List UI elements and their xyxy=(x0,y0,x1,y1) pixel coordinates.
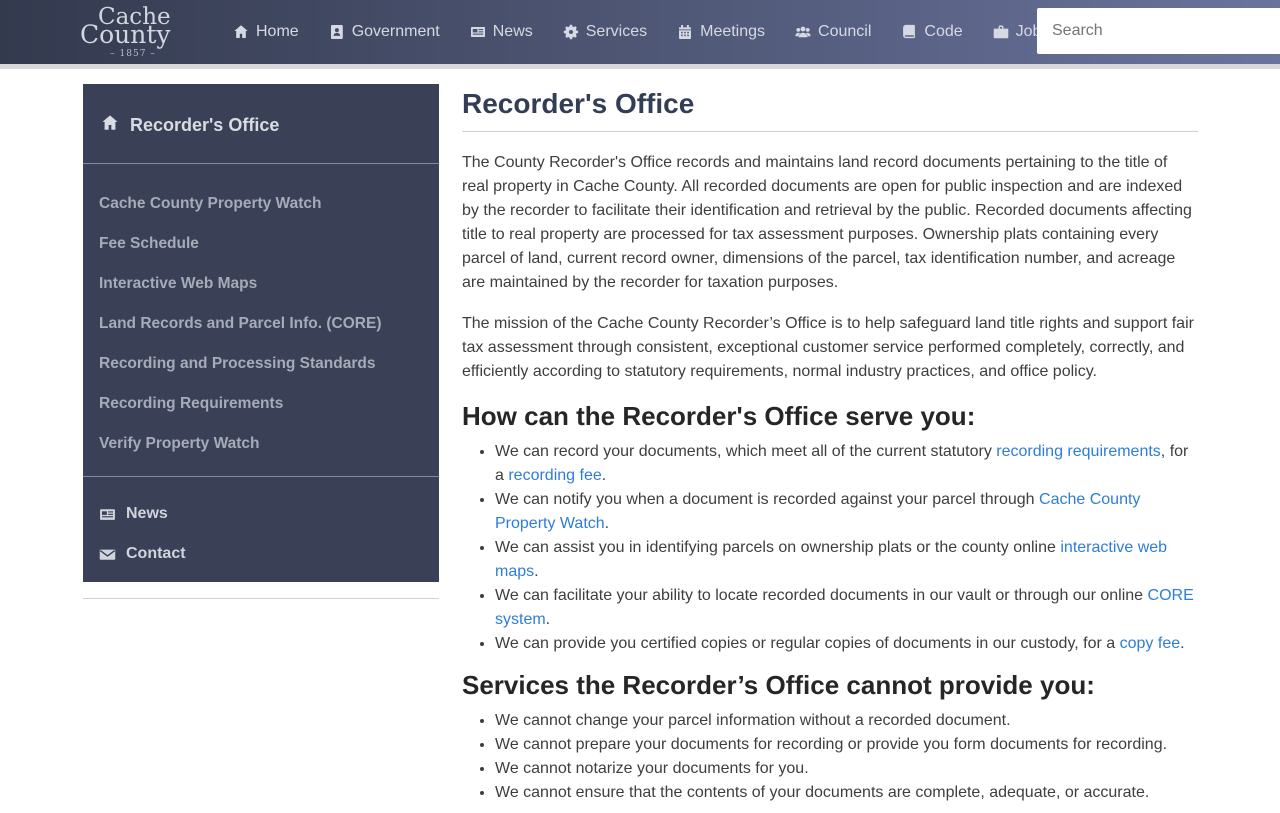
newspaper-icon xyxy=(100,508,115,520)
inline-link-recording-requirements[interactable]: recording requirements xyxy=(996,443,1161,460)
intro-paragraph: The County Recorder's Office records and… xyxy=(462,153,1192,291)
sidebar-link-recording-and-processing-standards[interactable]: Recording and Processing Standards xyxy=(99,344,423,384)
title-rule xyxy=(462,130,1198,132)
sidebar-link-cache-county-property-watch[interactable]: Cache County Property Watch xyxy=(99,184,423,224)
inline-link-copy-fee[interactable]: copy fee xyxy=(1120,635,1180,652)
nav-item-government[interactable]: Government xyxy=(314,23,455,41)
sidebar-link-verify-property-watch[interactable]: Verify Property Watch xyxy=(99,424,423,464)
sidebar-column: Recorder's Office Cache County Property … xyxy=(83,84,439,599)
nav-item-label: Meetings xyxy=(700,23,766,40)
nav-item-label: Code xyxy=(924,23,963,40)
nav-item-code[interactable]: Code xyxy=(886,23,977,41)
list-item: We cannot change your parcel information… xyxy=(495,709,1198,733)
address-book-icon xyxy=(330,25,343,39)
home-icon xyxy=(234,25,248,38)
inline-link-cache-county-property-watch[interactable]: Cache County Property Watch xyxy=(495,491,1140,532)
logo-line2: County xyxy=(80,19,171,49)
users-icon xyxy=(795,26,811,38)
sidebar-item-contact[interactable]: Contact xyxy=(99,534,423,574)
below-sidebar-rule xyxy=(83,598,439,599)
inline-link-core-system[interactable]: CORE system xyxy=(495,587,1194,628)
list-item: We cannot ensure that the contents of yo… xyxy=(495,781,1198,805)
inline-link-recording-fee[interactable]: recording fee xyxy=(508,467,601,484)
list-item: We can notify you when a document is rec… xyxy=(495,488,1198,536)
sidebar-link-recording-requirements[interactable]: Recording Requirements xyxy=(99,384,423,424)
sidebar-item-label: News xyxy=(126,505,168,522)
cannot-heading: Services the Recorder’s Office cannot pr… xyxy=(462,669,1095,700)
calendar-icon xyxy=(679,25,692,39)
nav-item-news[interactable]: News xyxy=(455,23,548,41)
nav-item-label: News xyxy=(492,23,533,40)
serve-heading: How can the Recorder's Office serve you: xyxy=(462,400,976,431)
sidebar-link-fee-schedule[interactable]: Fee Schedule xyxy=(99,224,423,264)
home-icon xyxy=(102,115,118,130)
serve-list: We can record your documents, which meet… xyxy=(462,440,1198,656)
sidebar-link-interactive-web-maps[interactable]: Interactive Web Maps xyxy=(99,264,423,304)
top-navbar: Cache County – 1857 – Home Government News… xyxy=(0,0,1280,64)
logo-year: – 1857 – xyxy=(110,48,156,59)
newspaper-icon xyxy=(470,27,485,37)
nav-item-label: Council xyxy=(818,23,872,40)
search-input[interactable] xyxy=(1037,8,1280,54)
nav-item-home[interactable]: Home xyxy=(218,23,314,41)
cannot-list: We cannot change your parcel information… xyxy=(462,709,1198,805)
list-item: We can provide you certified copies or r… xyxy=(495,632,1198,656)
list-item: We can assist you in identifying parcels… xyxy=(495,536,1198,584)
page-title: Recorder's Office xyxy=(462,88,695,119)
list-item: We cannot notarize your documents for yo… xyxy=(495,757,1198,781)
list-item: We can record your documents, which meet… xyxy=(495,440,1198,488)
nav-item-label: Government xyxy=(351,23,440,40)
nav-item-label: Home xyxy=(256,23,299,40)
sidebar-links: Cache County Property Watch Fee Schedule I… xyxy=(99,164,423,476)
content-area: Recorder's Office Cache County Property … xyxy=(0,69,1280,813)
sidebar-title[interactable]: Recorder's Office xyxy=(99,114,423,163)
briefcase-icon xyxy=(993,25,1008,39)
main-content: Recorder's Office The County Recorder's … xyxy=(462,84,1198,813)
main-nav: Home Government News Services Meetings Counci… xyxy=(218,23,1064,41)
home-icon xyxy=(101,114,119,137)
nav-item-services[interactable]: Services xyxy=(548,23,662,41)
sidebar-item-label: Contact xyxy=(126,545,186,562)
sidebar-secondary-links: News Contact xyxy=(99,477,423,574)
site-logo[interactable]: Cache County – 1857 – xyxy=(80,5,186,59)
sidebar-link-land-records-and-parcel-info-core[interactable]: Land Records and Parcel Info. (CORE) xyxy=(99,304,423,344)
inline-link-interactive-web-maps[interactable]: interactive web maps xyxy=(495,539,1167,580)
envelope-icon xyxy=(99,549,116,560)
nav-item-meetings[interactable]: Meetings xyxy=(662,23,780,41)
nav-item-council[interactable]: Council xyxy=(780,23,886,41)
sidebar-item-news[interactable]: News xyxy=(99,494,423,534)
gear-icon xyxy=(563,24,578,40)
nav-item-label: Services xyxy=(585,23,648,40)
mission-paragraph: The mission of the Cache County Recorder… xyxy=(462,314,1194,380)
sidebar: Recorder's Office Cache County Property … xyxy=(83,84,439,582)
list-item: We cannot prepare your documents for rec… xyxy=(495,733,1198,757)
sidebar-title-label: Recorder's Office xyxy=(130,115,280,135)
book-icon xyxy=(903,24,916,39)
list-item: We can facilitate your ability to locate… xyxy=(495,584,1198,632)
